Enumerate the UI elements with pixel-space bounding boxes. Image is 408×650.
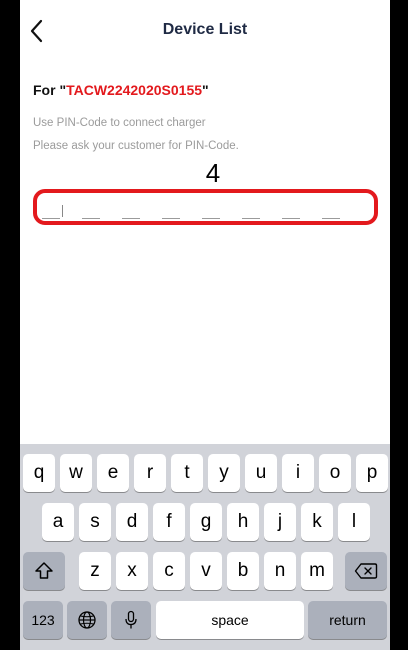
numbers-key[interactable]: 123 [23,601,63,639]
key-o[interactable]: o [319,454,351,492]
pin-slot-7 [282,218,300,219]
key-f[interactable]: f [153,503,185,541]
serial-suffix: " [202,82,209,98]
key-a[interactable]: a [42,503,74,541]
pin-slot-4 [162,218,180,219]
pin-slot-8 [322,218,340,219]
text-cursor [62,205,63,217]
dictation-key[interactable] [111,601,151,639]
pin-code-input[interactable] [33,189,378,225]
pin-hint-1: Use PIN-Code to connect charger [33,117,206,129]
shift-key[interactable] [23,552,65,590]
charger-serial-line: For "TACW2242020S0155" [33,82,209,98]
key-n[interactable]: n [264,552,296,590]
key-s[interactable]: s [79,503,111,541]
pin-slot-1 [42,218,60,219]
space-key[interactable]: space [156,601,304,639]
key-v[interactable]: v [190,552,222,590]
key-t[interactable]: t [171,454,203,492]
key-p[interactable]: p [356,454,388,492]
pin-slot-6 [242,218,260,219]
key-j[interactable]: j [264,503,296,541]
nav-bar: Device List [20,0,390,64]
key-l[interactable]: l [338,503,370,541]
pin-slot-5 [202,218,220,219]
return-key[interactable]: return [308,601,387,639]
key-r[interactable]: r [134,454,166,492]
key-h[interactable]: h [227,503,259,541]
key-m[interactable]: m [301,552,333,590]
key-k[interactable]: k [301,503,333,541]
pin-slot-2 [82,218,100,219]
key-i[interactable]: i [282,454,314,492]
entered-digit-annotation: 4 [205,158,221,188]
key-q[interactable]: q [23,454,55,492]
on-screen-keyboard: q w e r t y u i o p a s d f g h j k l z … [20,444,390,650]
key-y[interactable]: y [208,454,240,492]
key-c[interactable]: c [153,552,185,590]
key-x[interactable]: x [116,552,148,590]
serial-prefix: For " [33,82,67,98]
pin-hint-2: Please ask your customer for PIN-Code. [33,140,239,152]
key-z[interactable]: z [79,552,111,590]
backspace-icon [354,563,378,579]
key-b[interactable]: b [227,552,259,590]
globe-key[interactable] [67,601,107,639]
delete-key[interactable] [345,552,387,590]
globe-icon [78,611,96,629]
key-e[interactable]: e [97,454,129,492]
app-screen: Device List For "TACW2242020S0155" Use P… [20,0,390,650]
key-g[interactable]: g [190,503,222,541]
pin-slot-3 [122,218,140,219]
page-title: Device List [162,21,248,38]
key-d[interactable]: d [116,503,148,541]
shift-icon [35,562,53,579]
key-w[interactable]: w [60,454,92,492]
key-u[interactable]: u [245,454,277,492]
charger-serial: TACW2242020S0155 [66,82,203,98]
microphone-icon [125,610,137,629]
